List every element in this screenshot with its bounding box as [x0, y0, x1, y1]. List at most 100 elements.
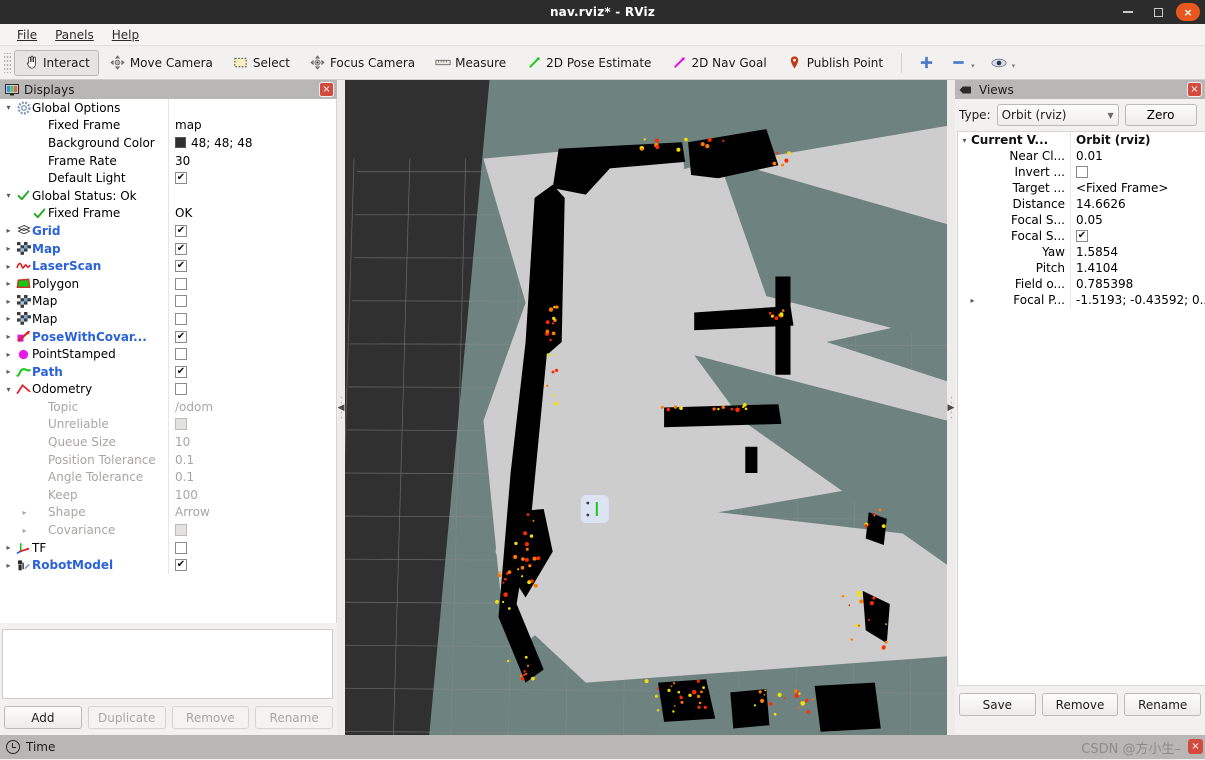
display-enable-checkbox[interactable] — [175, 541, 187, 554]
display-row-value[interactable]: OK — [168, 204, 336, 223]
display-row-value[interactable] — [168, 521, 336, 539]
display-row-value[interactable]: 0.1 — [168, 468, 336, 487]
display-row-polygon[interactable]: Polygon — [0, 274, 336, 293]
display-enable-checkbox[interactable]: ✔ — [175, 260, 187, 273]
display-row-value[interactable] — [168, 345, 336, 363]
close-button[interactable]: × — [1176, 3, 1200, 21]
display-row-value[interactable] — [168, 310, 336, 328]
display-row-angle-tolerance[interactable]: Angle Tolerance 0.1 — [0, 468, 336, 487]
expander-closed-icon[interactable] — [2, 279, 15, 288]
view-type-select[interactable]: Orbit (rviz) ▼ — [996, 104, 1119, 126]
display-row-value[interactable]: ✔ — [168, 362, 336, 381]
expander-closed-icon[interactable] — [2, 226, 15, 235]
display-row-unreliable[interactable]: Unreliable — [0, 415, 336, 434]
expander-open-icon[interactable] — [958, 136, 971, 145]
display-row-value[interactable]: /odom — [168, 398, 336, 416]
view-row-near-cl[interactable]: Near Cl... 0.01 — [958, 148, 1205, 164]
display-row-background-color[interactable]: Background Color 48; 48; 48 — [0, 134, 336, 152]
display-row-value[interactable] — [168, 415, 336, 434]
display-row-shape[interactable]: Shape Arrow — [0, 503, 336, 522]
view-row-focal-s[interactable]: Focal S... ✔ — [958, 228, 1205, 244]
expander-closed-icon[interactable] — [2, 297, 15, 306]
rename-view-button[interactable]: Rename — [1124, 693, 1202, 716]
chevron-down-icon[interactable]: ▾ — [971, 62, 975, 70]
views-panel-close-button[interactable]: × — [1187, 82, 1202, 97]
display-row-value[interactable]: ✔ — [168, 222, 336, 240]
display-row-value[interactable]: 48; 48; 48 — [168, 134, 336, 152]
duplicate-button[interactable]: Duplicate — [87, 706, 166, 729]
display-enable-checkbox[interactable] — [175, 524, 187, 537]
display-row-fixed-frame[interactable]: Fixed Frame OK — [0, 204, 336, 223]
display-row-topic[interactable]: Topic/odom — [0, 398, 336, 416]
expander-closed-icon[interactable] — [2, 350, 15, 359]
expander-closed-icon[interactable] — [18, 508, 31, 517]
view-row-field-o[interactable]: Field o... 0.785398 — [958, 276, 1205, 292]
save-view-button[interactable]: Save — [959, 693, 1036, 716]
display-row-map[interactable]: Map — [0, 310, 336, 328]
remove-button[interactable]: Remove — [171, 706, 250, 729]
menu-file[interactable]: File — [8, 26, 46, 44]
view-row-focal-p[interactable]: Focal P... -1.5193; -0.43592; 0... — [958, 292, 1205, 308]
chevron-down-icon-2[interactable]: ▾ — [1012, 62, 1016, 70]
displays-panel-close-button[interactable]: × — [319, 82, 334, 97]
view-row-value[interactable]: 1.5854 — [1070, 244, 1205, 260]
expander-closed-icon[interactable] — [2, 561, 15, 570]
display-enable-checkbox[interactable] — [175, 348, 187, 361]
display-row-odometry[interactable]: Odometry — [0, 380, 336, 399]
display-row-map[interactable]: Map — [0, 292, 336, 311]
display-enable-checkbox[interactable] — [175, 383, 187, 396]
display-row-covariance[interactable]: Covariance — [0, 521, 336, 539]
toolbar-remove-button[interactable]: ▾ — [943, 50, 982, 76]
expander-closed-icon[interactable] — [2, 314, 15, 323]
expander-closed-icon[interactable] — [2, 332, 15, 341]
display-row-value[interactable]: ✔ — [168, 257, 336, 275]
display-row-default-light[interactable]: Default Light ✔ — [0, 169, 336, 187]
tool-move-camera[interactable]: Move Camera — [101, 50, 222, 76]
zero-button[interactable]: Zero — [1124, 104, 1197, 126]
display-enable-checkbox[interactable]: ✔ — [175, 330, 187, 343]
display-row-value[interactable] — [168, 380, 336, 399]
expander-closed-icon[interactable] — [2, 244, 15, 253]
display-row-value[interactable]: ✔ — [168, 327, 336, 346]
display-enable-checkbox[interactable] — [175, 418, 187, 431]
tool-select[interactable]: Select — [224, 50, 299, 76]
tool-measure[interactable]: Measure — [426, 50, 515, 76]
expander-closed-icon[interactable] — [2, 543, 15, 552]
tool-2d-nav-goal[interactable]: 2D Nav Goal — [662, 50, 775, 76]
view-row-yaw[interactable]: Yaw 1.5854 — [958, 244, 1205, 260]
display-row-posewithcovar[interactable]: PoseWithCovar... ✔ — [0, 327, 336, 346]
display-enable-checkbox[interactable] — [175, 312, 187, 325]
display-row-value[interactable]: Arrow — [168, 503, 336, 522]
left-splitter[interactable]: ◀ — [337, 80, 345, 735]
tool-publish-point[interactable]: Publish Point — [778, 50, 892, 76]
display-row-tf[interactable]: TF — [0, 538, 336, 557]
view-value-checkbox[interactable] — [1076, 166, 1088, 178]
display-row-value[interactable]: ✔ — [168, 556, 336, 575]
display-row-queue-size[interactable]: Queue Size 10 — [0, 433, 336, 451]
display-enable-checkbox[interactable]: ✔ — [175, 559, 187, 572]
right-splitter[interactable]: ▶ — [947, 80, 955, 735]
display-row-laserscan[interactable]: LaserScan ✔ — [0, 257, 336, 275]
view-row-invert[interactable]: Invert ... — [958, 164, 1205, 180]
display-row-robotmodel[interactable]: RobotModel ✔ — [0, 556, 336, 575]
display-row-value[interactable] — [168, 292, 336, 311]
display-row-position-tolerance[interactable]: Position Tolerance 0.1 — [0, 450, 336, 469]
tool-2d-pose-estimate[interactable]: 2D Pose Estimate — [517, 50, 660, 76]
view-row-value[interactable]: 1.4104 — [1070, 260, 1205, 276]
display-row-value[interactable]: 0.1 — [168, 450, 336, 469]
expander-closed-icon[interactable] — [966, 296, 979, 305]
collapse-right-icon[interactable]: ▶ — [948, 403, 955, 413]
collapse-left-icon[interactable]: ◀ — [338, 403, 345, 413]
display-enable-checkbox[interactable]: ✔ — [175, 242, 187, 255]
add-button[interactable]: Add — [4, 706, 82, 729]
minimize-button[interactable] — [1113, 0, 1143, 24]
view-row-value[interactable]: ✔ — [1070, 228, 1205, 244]
view-row-pitch[interactable]: Pitch 1.4104 — [958, 260, 1205, 276]
view-row-value[interactable]: 0.785398 — [1070, 276, 1205, 292]
display-enable-checkbox[interactable] — [175, 295, 187, 308]
toolbar-add-button[interactable] — [911, 50, 941, 76]
display-row-value[interactable] — [168, 538, 336, 557]
display-enable-checkbox[interactable] — [175, 277, 187, 290]
menu-help[interactable]: Help — [103, 26, 148, 44]
display-row-frame-rate[interactable]: Frame Rate 30 — [0, 151, 336, 170]
